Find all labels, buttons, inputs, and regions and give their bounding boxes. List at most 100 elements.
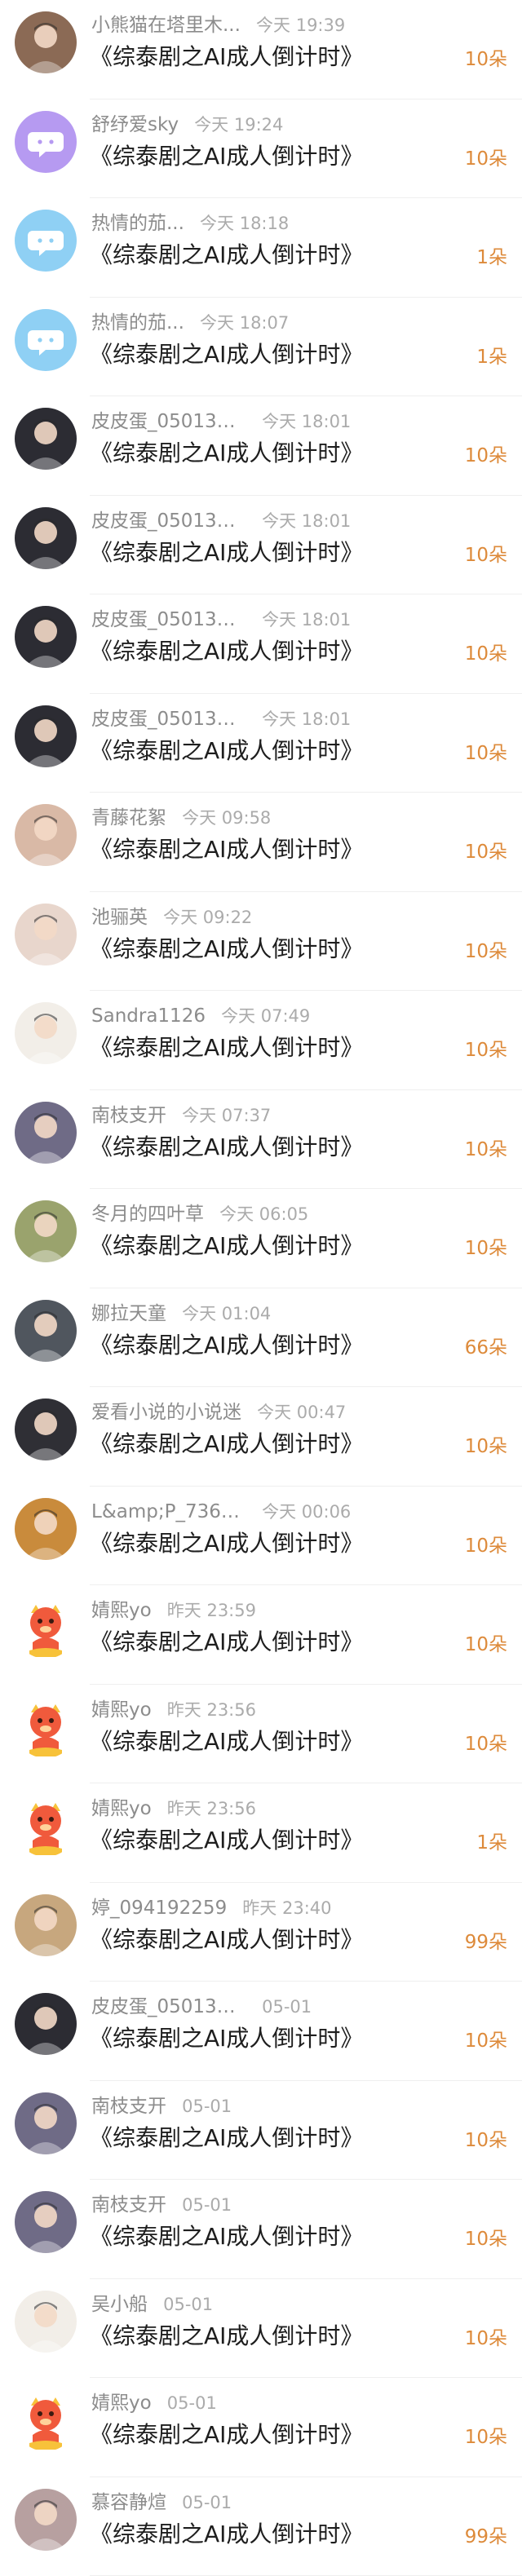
donor-name[interactable]: 皮皮蛋_0501303... bbox=[91, 608, 246, 632]
avatar[interactable] bbox=[15, 804, 77, 866]
donor-name[interactable]: 慕容静煊 bbox=[91, 2490, 166, 2515]
donor-name[interactable]: 婧熙yo bbox=[91, 1698, 152, 1722]
donation-row[interactable]: 皮皮蛋_0501303... 今天 18:01 《综泰剧之AI成人倒计时》 10… bbox=[0, 694, 522, 793]
book-title[interactable]: 《综泰剧之AI成人倒计时》 bbox=[90, 41, 363, 73]
avatar[interactable] bbox=[15, 1498, 77, 1560]
book-title[interactable]: 《综泰剧之AI成人倒计时》 bbox=[90, 338, 363, 371]
donation-row[interactable]: 南枝支开 05-01 《综泰剧之AI成人倒计时》 10朵 bbox=[0, 2180, 522, 2279]
avatar[interactable] bbox=[15, 2489, 77, 2551]
avatar[interactable] bbox=[15, 1300, 77, 1362]
donor-name[interactable]: 青藤花絮 bbox=[91, 806, 166, 830]
donor-name[interactable]: 婧熙yo bbox=[91, 1796, 152, 1821]
donation-row[interactable]: 婧熙yo 昨天 23:59 《综泰剧之AI成人倒计时》 10朵 bbox=[0, 1585, 522, 1685]
book-title[interactable]: 《综泰剧之AI成人倒计时》 bbox=[90, 635, 363, 668]
donor-name[interactable]: 南枝支开 bbox=[91, 2193, 166, 2217]
donor-name[interactable]: Sandra1126 bbox=[91, 1004, 206, 1028]
book-title[interactable]: 《综泰剧之AI成人倒计时》 bbox=[90, 1626, 363, 1659]
donation-row[interactable]: 皮皮蛋_0501303... 今天 18:01 《综泰剧之AI成人倒计时》 10… bbox=[0, 594, 522, 694]
donation-row[interactable]: 冬月的四叶草 今天 06:05 《综泰剧之AI成人倒计时》 10朵 bbox=[0, 1189, 522, 1288]
donation-row[interactable]: 婧熙yo 05-01 《综泰剧之AI成人倒计时》 10朵 bbox=[0, 2378, 522, 2477]
avatar[interactable] bbox=[15, 2291, 77, 2353]
avatar[interactable] bbox=[15, 1597, 77, 1659]
donor-name[interactable]: 舒纾爱sky bbox=[91, 113, 179, 137]
avatar[interactable] bbox=[15, 1398, 77, 1460]
avatar[interactable] bbox=[15, 1894, 77, 1956]
book-title[interactable]: 《综泰剧之AI成人倒计时》 bbox=[90, 2220, 363, 2253]
avatar[interactable] bbox=[15, 507, 77, 569]
donor-name[interactable]: 皮皮蛋_0501303... bbox=[91, 1995, 246, 2019]
donor-name[interactable]: 热情的茄... bbox=[91, 311, 184, 335]
donor-name[interactable]: 小熊猫在塔里木... bbox=[91, 13, 241, 38]
book-title[interactable]: 《综泰剧之AI成人倒计时》 bbox=[90, 537, 363, 569]
default-avatar[interactable] bbox=[15, 210, 77, 272]
avatar[interactable] bbox=[15, 1200, 77, 1262]
donor-name[interactable]: 皮皮蛋_0501303... bbox=[91, 707, 246, 731]
book-title[interactable]: 《综泰剧之AI成人倒计时》 bbox=[90, 140, 363, 173]
donation-row[interactable]: 吴小船 05-01 《综泰剧之AI成人倒计时》 10朵 bbox=[0, 2279, 522, 2379]
donation-row[interactable]: 舒纾爱sky 今天 19:24 《综泰剧之AI成人倒计时》 10朵 bbox=[0, 99, 522, 199]
book-title[interactable]: 《综泰剧之AI成人倒计时》 bbox=[90, 1230, 363, 1262]
book-title[interactable]: 《综泰剧之AI成人倒计时》 bbox=[90, 2122, 363, 2154]
donation-row[interactable]: 南枝支开 今天 07:37 《综泰剧之AI成人倒计时》 10朵 bbox=[0, 1090, 522, 1190]
donor-name[interactable]: 池骊英 bbox=[91, 905, 148, 930]
donation-row[interactable]: 皮皮蛋_0501303... 今天 18:01 《综泰剧之AI成人倒计时》 10… bbox=[0, 496, 522, 595]
book-title[interactable]: 《综泰剧之AI成人倒计时》 bbox=[90, 437, 363, 470]
book-title[interactable]: 《综泰剧之AI成人倒计时》 bbox=[90, 1824, 363, 1857]
donation-row[interactable]: 热情的茄... 今天 18:18 《综泰剧之AI成人倒计时》 1朵 bbox=[0, 198, 522, 298]
donor-name[interactable]: 吴小船 bbox=[91, 2292, 148, 2317]
avatar[interactable] bbox=[15, 2092, 77, 2154]
donation-row[interactable]: 爱看小说的小说迷 今天 00:47 《综泰剧之AI成人倒计时》 10朵 bbox=[0, 1387, 522, 1487]
donation-row[interactable]: 皮皮蛋_0501303... 今天 18:01 《综泰剧之AI成人倒计时》 10… bbox=[0, 396, 522, 496]
donor-name[interactable]: 皮皮蛋_0501303... bbox=[91, 409, 246, 434]
donation-row[interactable]: 婧熙yo 昨天 23:56 《综泰剧之AI成人倒计时》 10朵 bbox=[0, 1685, 522, 1784]
avatar[interactable] bbox=[15, 1993, 77, 2055]
donor-name[interactable]: 南枝支开 bbox=[91, 1103, 166, 1128]
avatar[interactable] bbox=[15, 1696, 77, 1758]
donor-name[interactable]: 冬月的四叶草 bbox=[91, 1202, 204, 1226]
book-title[interactable]: 《综泰剧之AI成人倒计时》 bbox=[90, 2518, 363, 2551]
donor-name[interactable]: 皮皮蛋_0501303... bbox=[91, 509, 246, 533]
donation-row[interactable]: 池骊英 今天 09:22 《综泰剧之AI成人倒计时》 10朵 bbox=[0, 892, 522, 992]
avatar[interactable] bbox=[15, 606, 77, 668]
avatar[interactable] bbox=[15, 408, 77, 470]
donor-name[interactable]: 娜拉天童 bbox=[91, 1301, 166, 1326]
donation-row[interactable]: 婧熙yo 昨天 23:56 《综泰剧之AI成人倒计时》 1朵 bbox=[0, 1783, 522, 1883]
book-title[interactable]: 《综泰剧之AI成人倒计时》 bbox=[90, 2419, 363, 2451]
donation-row[interactable]: 青藤花絮 今天 09:58 《综泰剧之AI成人倒计时》 10朵 bbox=[0, 793, 522, 892]
donor-name[interactable]: 婧熙yo bbox=[91, 1598, 152, 1623]
default-avatar[interactable] bbox=[15, 309, 77, 371]
book-title[interactable]: 《综泰剧之AI成人倒计时》 bbox=[90, 1725, 363, 1758]
donation-row[interactable]: 慕容静煊 05-01 《综泰剧之AI成人倒计时》 99朵 bbox=[0, 2477, 522, 2576]
avatar[interactable] bbox=[15, 904, 77, 965]
book-title[interactable]: 《综泰剧之AI成人倒计时》 bbox=[90, 1032, 363, 1064]
donation-row[interactable]: L&amp;P_7365... 今天 00:06 《综泰剧之AI成人倒计时》 1… bbox=[0, 1487, 522, 1586]
donor-name[interactable]: 婷_094192259 bbox=[91, 1896, 227, 1920]
avatar[interactable] bbox=[15, 2389, 77, 2451]
book-title[interactable]: 《综泰剧之AI成人倒计时》 bbox=[90, 833, 363, 866]
avatar[interactable] bbox=[15, 11, 77, 73]
book-title[interactable]: 《综泰剧之AI成人倒计时》 bbox=[90, 1428, 363, 1460]
donation-row[interactable]: 小熊猫在塔里木... 今天 19:39 《综泰剧之AI成人倒计时》 10朵 bbox=[0, 0, 522, 99]
book-title[interactable]: 《综泰剧之AI成人倒计时》 bbox=[90, 239, 363, 272]
donation-row[interactable]: 南枝支开 05-01 《综泰剧之AI成人倒计时》 10朵 bbox=[0, 2081, 522, 2181]
donor-name[interactable]: 爱看小说的小说迷 bbox=[91, 1400, 241, 1425]
donor-name[interactable]: 南枝支开 bbox=[91, 2094, 166, 2119]
avatar[interactable] bbox=[15, 1002, 77, 1064]
book-title[interactable]: 《综泰剧之AI成人倒计时》 bbox=[90, 1527, 363, 1560]
avatar[interactable] bbox=[15, 1795, 77, 1857]
donation-row[interactable]: 娜拉天童 今天 01:04 《综泰剧之AI成人倒计时》 66朵 bbox=[0, 1288, 522, 1388]
book-title[interactable]: 《综泰剧之AI成人倒计时》 bbox=[90, 2320, 363, 2353]
donation-row[interactable]: 热情的茄... 今天 18:07 《综泰剧之AI成人倒计时》 1朵 bbox=[0, 298, 522, 397]
book-title[interactable]: 《综泰剧之AI成人倒计时》 bbox=[90, 2022, 363, 2055]
avatar[interactable] bbox=[15, 705, 77, 767]
donation-row[interactable]: 婷_094192259 昨天 23:40 《综泰剧之AI成人倒计时》 99朵 bbox=[0, 1883, 522, 1982]
donation-row[interactable]: 皮皮蛋_0501303... 05-01 《综泰剧之AI成人倒计时》 10朵 bbox=[0, 1982, 522, 2081]
book-title[interactable]: 《综泰剧之AI成人倒计时》 bbox=[90, 1924, 363, 1956]
donor-name[interactable]: 热情的茄... bbox=[91, 211, 184, 236]
donor-name[interactable]: 婧熙yo bbox=[91, 2391, 152, 2415]
book-title[interactable]: 《综泰剧之AI成人倒计时》 bbox=[90, 735, 363, 767]
default-avatar[interactable] bbox=[15, 111, 77, 173]
donor-name[interactable]: L&amp;P_7365... bbox=[91, 1500, 246, 1524]
book-title[interactable]: 《综泰剧之AI成人倒计时》 bbox=[90, 933, 363, 965]
avatar[interactable] bbox=[15, 2191, 77, 2253]
